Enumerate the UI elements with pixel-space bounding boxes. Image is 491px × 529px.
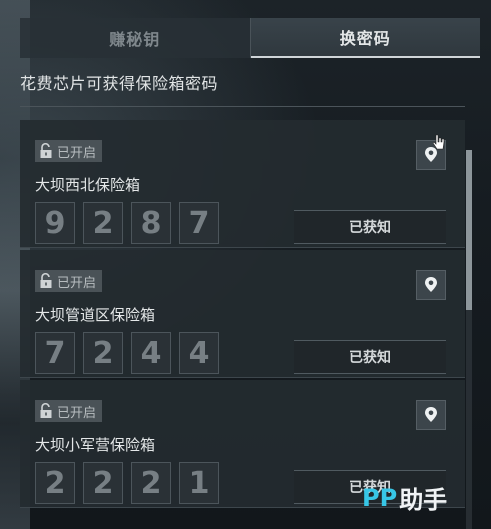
watermark-brand: PP <box>362 483 398 512</box>
code-digits: 7 2 4 4 <box>35 332 219 374</box>
status-badge: 已开启 <box>35 270 103 292</box>
status-text: 已开启 <box>57 275 97 291</box>
code-digit: 2 <box>83 332 123 374</box>
safe-card: 已开启 大坝管道区保险箱 7 2 4 4 已获知 <box>20 250 465 378</box>
status-text: 已开启 <box>57 405 97 421</box>
unlock-icon <box>40 273 52 288</box>
section-description: 花费芯片可获得保险箱密码 <box>20 74 219 93</box>
unlock-icon <box>40 403 52 418</box>
scrollbar-thumb[interactable] <box>466 150 472 310</box>
map-pin-icon <box>425 407 437 422</box>
code-digit: 2 <box>83 202 123 244</box>
unlock-icon <box>40 143 52 158</box>
safe-list[interactable]: 已开启 大坝西北保险箱 9 2 8 7 已获知 已开启 大坝管道区保险箱 7 2… <box>20 120 465 529</box>
safe-card: 已开启 大坝西北保险箱 9 2 8 7 已获知 <box>20 120 465 248</box>
safe-name: 大坝西北保险箱 <box>35 176 141 194</box>
game-panel: 赚秘钥 换密码 花费芯片可获得保险箱密码 已开启 大坝西北保险箱 9 2 8 7 <box>0 0 491 529</box>
code-digits: 2 2 2 1 <box>35 462 219 504</box>
code-digit: 7 <box>35 332 75 374</box>
code-digit: 8 <box>131 202 171 244</box>
code-digit: 7 <box>179 202 219 244</box>
safe-name: 大坝小军营保险箱 <box>35 436 156 454</box>
mouse-cursor-icon <box>433 134 445 150</box>
known-button[interactable]: 已获知 <box>294 340 446 374</box>
code-digit: 2 <box>35 462 75 504</box>
code-digit: 1 <box>179 462 219 504</box>
known-button[interactable]: 已获知 <box>294 210 446 244</box>
code-digit: 2 <box>83 462 123 504</box>
tab-exchange-code[interactable]: 换密码 <box>250 18 480 58</box>
status-badge: 已开启 <box>35 140 103 162</box>
watermark-logo: PP 助手 <box>362 480 447 515</box>
code-digit: 4 <box>131 332 171 374</box>
watermark-suffix: 助手 <box>399 486 448 514</box>
status-text: 已开启 <box>57 145 97 161</box>
location-button[interactable] <box>416 270 446 300</box>
map-pin-icon <box>425 277 437 292</box>
code-digit: 4 <box>179 332 219 374</box>
status-badge: 已开启 <box>35 400 103 422</box>
divider <box>20 106 465 107</box>
code-digit: 9 <box>35 202 75 244</box>
code-digit: 2 <box>131 462 171 504</box>
safe-name: 大坝管道区保险箱 <box>35 306 156 324</box>
location-button[interactable] <box>416 400 446 430</box>
code-digits: 9 2 8 7 <box>35 202 219 244</box>
tab-earn-key[interactable]: 赚秘钥 <box>20 18 251 58</box>
tab-bar: 赚秘钥 换密码 <box>20 18 480 58</box>
